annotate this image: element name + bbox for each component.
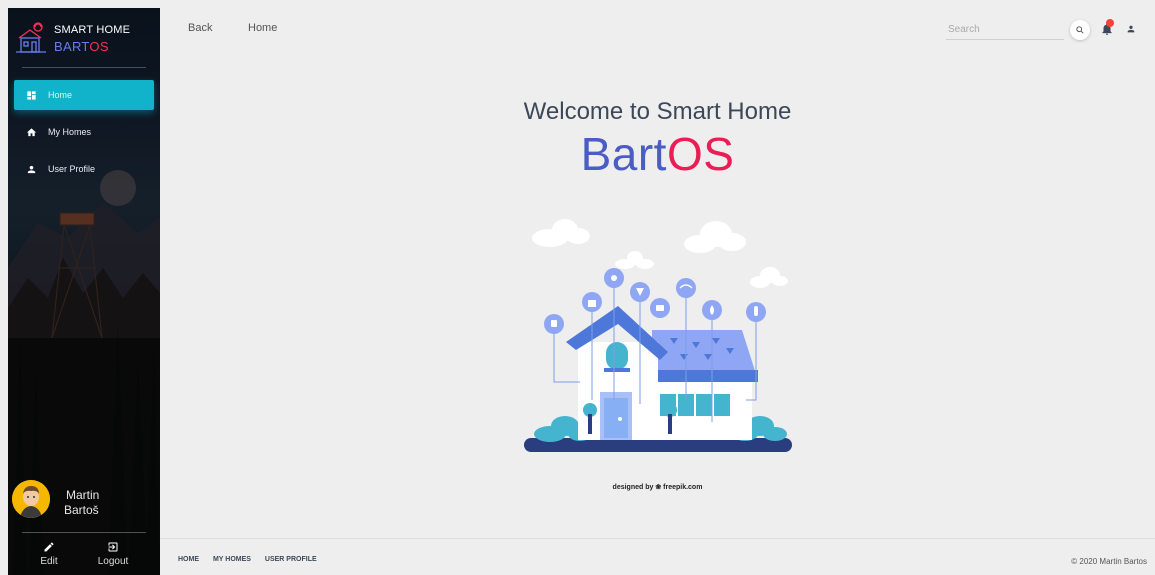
brand[interactable]: SMART HOME BARTOS (14, 12, 160, 64)
logout-button[interactable]: Logout (88, 541, 138, 567)
search-input[interactable] (946, 20, 1064, 40)
edit-button[interactable]: Edit (24, 541, 74, 567)
avatar-illustration (12, 480, 50, 518)
sidebar-item-home[interactable]: Home (14, 80, 154, 110)
search-icon (1076, 26, 1084, 34)
brand-subtitle-accent: OS (89, 39, 109, 54)
footer-link-my-homes[interactable]: MY HOMES (213, 556, 251, 563)
sidebar-item-my-homes[interactable]: My Homes (14, 117, 154, 147)
copyright: © 2020 Martin Bartos (1071, 557, 1147, 566)
user-first-name: Martin (66, 488, 100, 502)
user-divider (22, 532, 146, 533)
search-button[interactable] (1070, 20, 1090, 40)
dashboard-icon (27, 90, 36, 100)
sidebar-item-user-profile[interactable]: User Profile (14, 154, 154, 184)
smart-home-illustration (524, 219, 792, 452)
sidebar-user[interactable]: Martin Bartoš (8, 478, 160, 528)
brand-subtitle: BARTOS (54, 39, 109, 54)
footer-divider (160, 538, 1155, 539)
footer-links: HOME MY HOMES USER PROFILE (178, 556, 329, 563)
top-bar: Back Home (160, 8, 1155, 48)
sidebar-nav: Home My Homes User Profile (14, 80, 154, 191)
app-title-accent: OS (666, 128, 735, 180)
brand-subtitle-main: BART (54, 39, 90, 54)
welcome-heading: Welcome to Smart Home (523, 98, 792, 125)
app-title: BartOS (160, 127, 1155, 181)
sidebar-item-label: Home (48, 90, 73, 100)
sidebar: SMART HOME BARTOS Home My Homes User Pro… (8, 8, 160, 575)
image-credit[interactable]: designed by ❀ freepik.com (160, 483, 1155, 491)
sidebar-actions: Edit Logout (8, 541, 160, 575)
sidebar-item-label: User Profile (48, 164, 96, 174)
app-title-main: Bart (580, 128, 667, 180)
pencil-icon (44, 542, 54, 552)
user-last-name: Bartoš (64, 503, 99, 517)
logout-label: Logout (97, 556, 129, 567)
breadcrumb-home[interactable]: Home (248, 22, 277, 34)
smart-home-logo-icon (16, 22, 46, 53)
avatar[interactable] (12, 480, 50, 518)
edit-label: Edit (40, 556, 58, 567)
logout-icon (108, 542, 118, 552)
sidebar-item-label: My Homes (48, 127, 92, 137)
home-icon (26, 127, 37, 136)
brand-title: SMART HOME (54, 24, 131, 36)
person-icon[interactable] (1126, 24, 1136, 34)
footer-link-home[interactable]: HOME (178, 556, 199, 563)
person-icon (27, 165, 36, 173)
back-link[interactable]: Back (188, 22, 212, 34)
notification-badge (1106, 19, 1114, 27)
sidebar-divider (22, 67, 146, 68)
footer-link-user-profile[interactable]: USER PROFILE (265, 556, 317, 563)
